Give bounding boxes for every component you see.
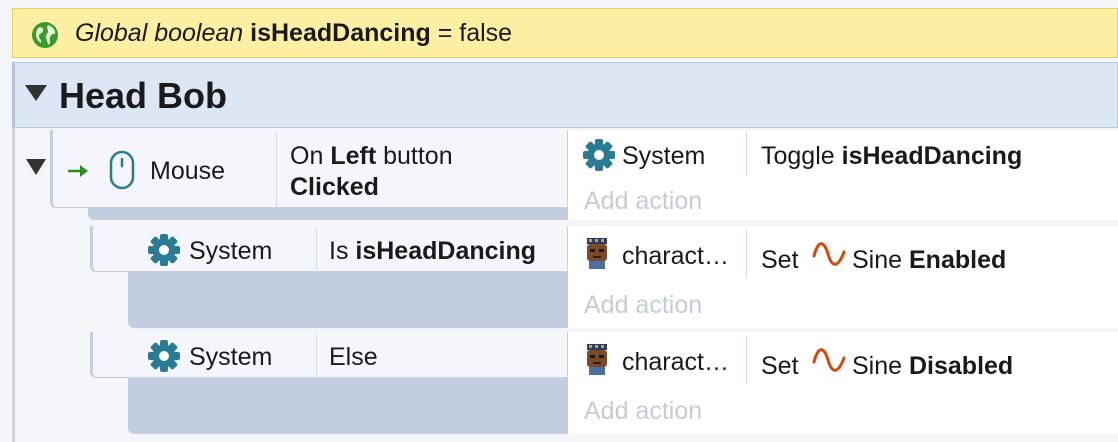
divider <box>316 334 317 376</box>
character-sprite-icon <box>587 344 607 375</box>
behavior-state: Disabled <box>909 352 1014 380</box>
behavior-name: Sine <box>852 246 903 274</box>
condition-text-line2: Clicked <box>290 173 379 201</box>
condition-object: System <box>189 343 273 371</box>
add-action-link[interactable]: Add action <box>584 290 702 320</box>
condition-param: isHeadDancing <box>355 237 537 265</box>
divider <box>276 132 277 208</box>
globe-icon <box>32 22 58 48</box>
variable-type: Global boolean <box>75 19 244 47</box>
action-verb: Set <box>761 352 799 380</box>
condition-object: System <box>189 237 273 265</box>
action-object: System <box>622 142 706 170</box>
trigger-arrow-icon <box>68 165 88 177</box>
action-verb: Toggle <box>761 142 835 170</box>
condition-text[interactable]: Is isHeadDancing <box>329 236 536 266</box>
condition-word: Is <box>329 237 349 265</box>
condition-param: Left <box>330 142 377 170</box>
mouse-icon <box>109 150 135 190</box>
divider <box>746 336 747 384</box>
action-object: charact… <box>622 242 729 270</box>
gear-icon <box>583 139 615 171</box>
action-object: charact… <box>622 348 729 376</box>
global-variable-row[interactable]: Global boolean isHeadDancing = false <box>12 8 1118 58</box>
condition-object: Mouse <box>150 157 226 185</box>
action-text[interactable]: Sine Disabled <box>852 351 1013 381</box>
group-header[interactable]: Head Bob <box>12 62 1118 128</box>
variable-name: isHeadDancing <box>250 19 431 47</box>
action-text[interactable]: Sine Enabled <box>852 245 1006 275</box>
condition-text[interactable]: Else <box>329 342 378 372</box>
action-verb: Set <box>761 246 799 274</box>
group-title: Head Bob <box>59 75 228 116</box>
gear-icon <box>148 340 180 372</box>
add-action-link[interactable]: Add action <box>584 186 702 216</box>
event-collapse-triangle-icon[interactable] <box>26 159 46 175</box>
global-variable-label: Global boolean isHeadDancing = false <box>75 18 512 48</box>
divider <box>746 132 747 176</box>
condition-word: On <box>290 142 324 170</box>
action-param: isHeadDancing <box>841 142 1023 170</box>
behavior-state: Enabled <box>909 246 1007 274</box>
sine-behavior-icon <box>812 348 846 372</box>
divider <box>316 228 317 270</box>
action-text[interactable]: Toggle isHeadDancing <box>761 141 1022 171</box>
condition-text-line1[interactable]: On Left button <box>290 141 453 171</box>
variable-value: = false <box>437 19 513 47</box>
collapse-triangle-icon[interactable] <box>25 85 47 101</box>
divider <box>746 230 747 278</box>
behavior-name: Sine <box>852 352 903 380</box>
character-sprite-icon <box>587 238 607 269</box>
add-action-link[interactable]: Add action <box>584 396 702 426</box>
condition-word: button <box>383 142 453 170</box>
sine-behavior-icon <box>812 242 846 266</box>
gear-icon <box>148 234 180 266</box>
